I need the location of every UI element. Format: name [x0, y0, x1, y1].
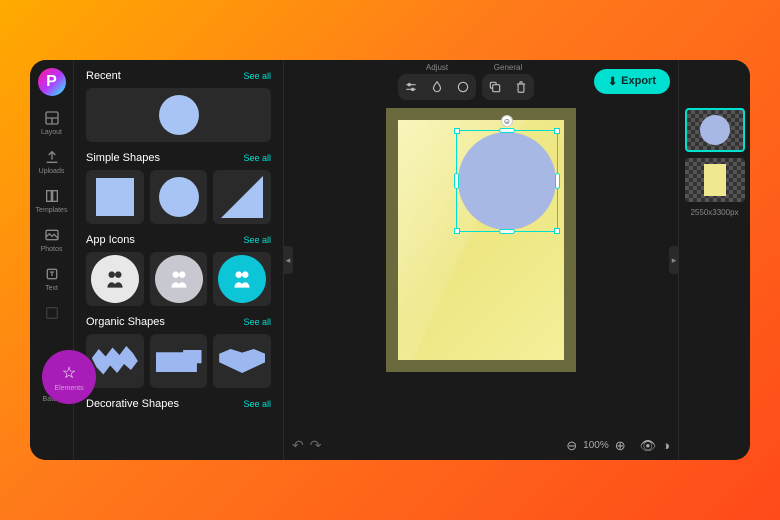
- layers-button[interactable]: ◑: [662, 438, 670, 453]
- color-button[interactable]: [450, 74, 476, 100]
- artboard[interactable]: ☺: [386, 108, 576, 372]
- export-button[interactable]: ⬇ Export: [594, 69, 670, 94]
- section-organic-shapes: Organic Shapes See all: [86, 316, 271, 388]
- undo-button[interactable]: ↶: [292, 437, 304, 454]
- upload-icon: [43, 148, 61, 166]
- section-title: Simple Shapes: [86, 152, 160, 164]
- delete-button[interactable]: [508, 74, 534, 100]
- resize-handle-tr[interactable]: [554, 128, 560, 134]
- export-label: Export: [621, 75, 656, 87]
- shape-square[interactable]: [86, 170, 144, 224]
- rotate-handle[interactable]: ☺: [501, 115, 513, 127]
- organic-shape-3[interactable]: [213, 334, 271, 388]
- nav-label: Layout: [41, 129, 62, 136]
- star-icon: ☆: [62, 363, 76, 383]
- nav-label: Elements: [54, 385, 83, 392]
- templates-icon: [43, 187, 61, 205]
- app-logo[interactable]: P: [38, 68, 66, 96]
- app-icon-3[interactable]: [213, 252, 271, 306]
- download-icon: ⬇: [608, 75, 617, 88]
- section-recent: Recent See all: [86, 70, 271, 142]
- collapse-panel-button[interactable]: ◂: [283, 246, 293, 274]
- section-title: Decorative Shapes: [86, 398, 179, 410]
- shape-circle[interactable]: [150, 170, 208, 224]
- nav-photos[interactable]: Photos: [30, 221, 73, 258]
- resize-handle-tl[interactable]: [454, 128, 460, 134]
- nav-hidden: [30, 299, 73, 327]
- shape-triangle[interactable]: [213, 170, 271, 224]
- nav-label: Templates: [36, 207, 68, 214]
- collapse-layers-button[interactable]: ▸: [669, 246, 679, 274]
- shape-circle[interactable]: [86, 88, 271, 142]
- nav-text[interactable]: Text: [30, 260, 73, 297]
- zoom-in-button[interactable]: ⊕: [615, 438, 626, 454]
- section-title: Recent: [86, 70, 121, 82]
- selection-box: ☺: [456, 130, 558, 232]
- section-title: App Icons: [86, 234, 135, 246]
- resize-handle-br[interactable]: [554, 228, 560, 234]
- selected-shape[interactable]: ☺: [458, 132, 556, 230]
- zoom-value[interactable]: 100%: [583, 440, 609, 451]
- zoom-out-button[interactable]: ⊖: [566, 438, 577, 454]
- see-all-link[interactable]: See all: [243, 399, 271, 409]
- layers-panel: 2550x3300px: [678, 60, 750, 460]
- top-toolbar: Adjust General ⬇ Export: [284, 60, 678, 102]
- redo-button[interactable]: ↷: [310, 437, 322, 454]
- text-icon: [43, 265, 61, 283]
- layer-background[interactable]: [685, 158, 745, 202]
- group-label: General: [494, 63, 522, 72]
- section-app-icons: App Icons See all: [86, 234, 271, 306]
- nav-layout[interactable]: Layout: [30, 104, 73, 141]
- general-tools: General: [482, 63, 534, 100]
- see-all-link[interactable]: See all: [243, 153, 271, 163]
- resize-handle-r[interactable]: [555, 173, 560, 189]
- visibility-button[interactable]: 👁: [640, 438, 657, 454]
- see-all-link[interactable]: See all: [243, 71, 271, 81]
- nav-label: Uploads: [39, 168, 65, 175]
- group-label: Adjust: [426, 63, 448, 72]
- section-title: Organic Shapes: [86, 316, 165, 328]
- app-icon-1[interactable]: [86, 252, 144, 306]
- resize-handle-b[interactable]: [499, 229, 515, 234]
- nav-label: Text: [45, 285, 58, 292]
- adjust-tools: Adjust: [398, 63, 476, 100]
- canvas-area: Adjust General ⬇ Export: [284, 60, 678, 460]
- photos-icon: [43, 226, 61, 244]
- canvas-viewport[interactable]: ☺: [284, 102, 678, 460]
- nav-templates[interactable]: Templates: [30, 182, 73, 219]
- app-window: P Layout Uploads Templates Photos Text B…: [30, 60, 750, 460]
- section-decorative-shapes: Decorative Shapes See all: [86, 398, 271, 410]
- app-icon-2[interactable]: [150, 252, 208, 306]
- organic-shape-2[interactable]: [150, 334, 208, 388]
- zoom-controls: ⊖ 100% ⊕ 👁 ◑: [566, 438, 670, 454]
- canvas-dimensions: 2550x3300px: [685, 208, 744, 217]
- nav-uploads[interactable]: Uploads: [30, 143, 73, 180]
- resize-handle-l[interactable]: [454, 173, 459, 189]
- resize-handle-t[interactable]: [499, 128, 515, 133]
- section-simple-shapes: Simple Shapes See all: [86, 152, 271, 224]
- nav-label: Photos: [41, 246, 63, 253]
- placeholder-icon: [43, 304, 61, 322]
- sliders-button[interactable]: [398, 74, 424, 100]
- elements-panel: Recent See all Simple Shapes See all App…: [74, 60, 284, 460]
- see-all-link[interactable]: See all: [243, 317, 271, 327]
- bottom-bar: ↶ ↷ ⊖ 100% ⊕ 👁 ◑: [292, 437, 670, 454]
- see-all-link[interactable]: See all: [243, 235, 271, 245]
- layout-icon: [43, 109, 61, 127]
- duplicate-button[interactable]: [482, 74, 508, 100]
- nav-elements-active[interactable]: ☆ Elements: [42, 350, 96, 404]
- resize-handle-bl[interactable]: [454, 228, 460, 234]
- layer-circle[interactable]: [685, 108, 745, 152]
- drop-button[interactable]: [424, 74, 450, 100]
